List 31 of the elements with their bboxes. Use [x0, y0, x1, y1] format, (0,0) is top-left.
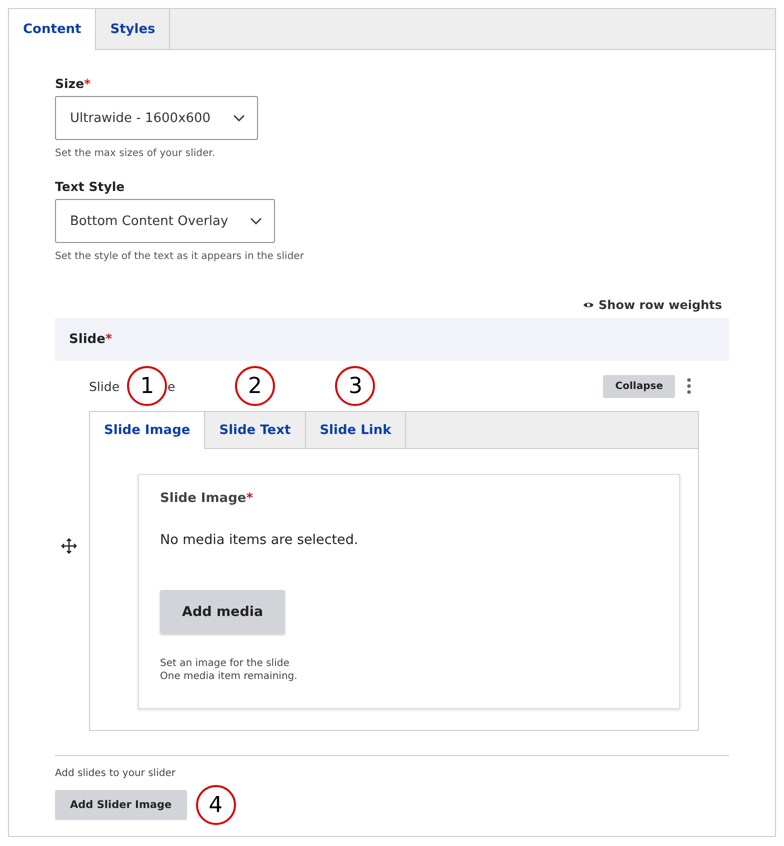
- panel-title: Slide Image: [160, 491, 246, 506]
- chevron-down-icon: [232, 114, 245, 122]
- select-field[interactable]: Ultrawide - 1600x600: [55, 96, 258, 140]
- callout-badge: 3: [335, 366, 376, 406]
- add-slider-image-button[interactable]: Add Slider Image: [55, 790, 187, 820]
- callout-badge: 2: [234, 366, 275, 406]
- empty-message: No media items are selected.: [160, 532, 358, 548]
- panel-description: One media item remaining.: [160, 671, 298, 682]
- field-description: Set the max sizes of your slider.: [55, 148, 216, 159]
- required-marker: *: [105, 332, 112, 347]
- callout-badge: 4: [196, 785, 236, 825]
- tab[interactable]: Content: [9, 9, 96, 50]
- required-marker: *: [246, 491, 254, 506]
- select-field[interactable]: Bottom Content Overlay: [55, 199, 276, 243]
- item-label: Slide: [89, 378, 120, 394]
- field-label-text: Text Style: [55, 179, 125, 194]
- callout-badge: 1: [127, 366, 168, 406]
- required-marker: *: [84, 76, 91, 91]
- item-label: e: [168, 378, 176, 394]
- add-media-button[interactable]: Add media: [160, 590, 286, 634]
- kebab-menu-icon[interactable]: [687, 378, 691, 394]
- move-icon[interactable]: [61, 538, 77, 554]
- section-title: Slide: [69, 332, 106, 347]
- footer-description: Add slides to your slider: [55, 768, 176, 779]
- field-description: Set the style of the text as it appears in the slider: [55, 251, 305, 262]
- collapse-button[interactable]: Collapse: [603, 374, 675, 398]
- chevron-down-icon: [250, 217, 262, 225]
- field-label-text: Size: [55, 76, 84, 91]
- panel-description: Set an image for the slide: [160, 658, 290, 669]
- eye-icon: [582, 301, 594, 309]
- show-row-weights-link[interactable]: Show row weights: [582, 298, 722, 312]
